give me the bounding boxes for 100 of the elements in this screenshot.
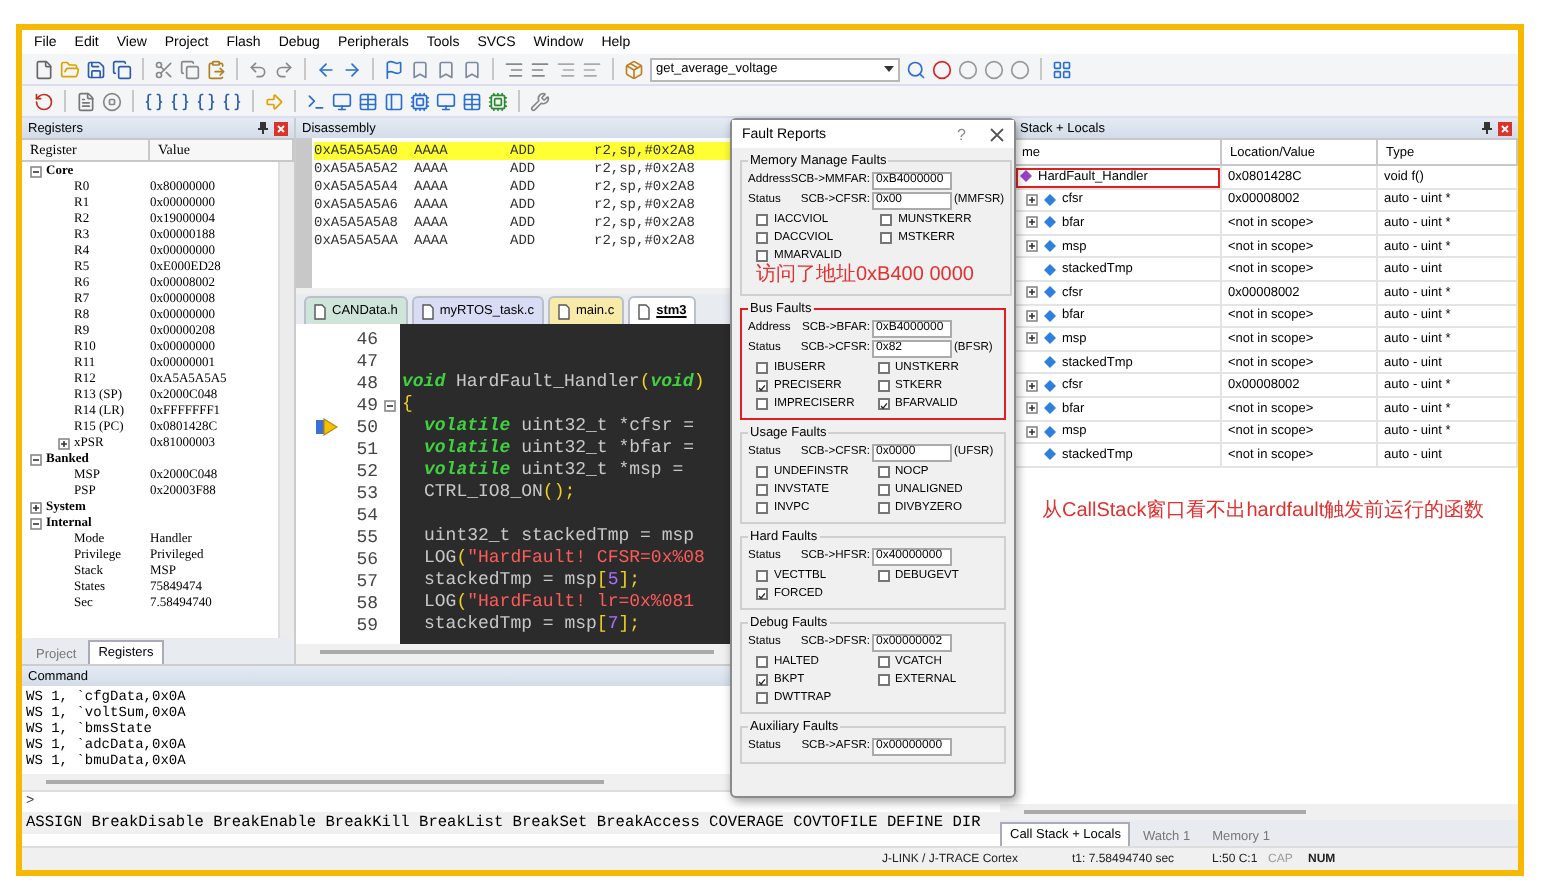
save-icon[interactable]: [86, 59, 106, 79]
wrench-icon[interactable]: [530, 91, 550, 111]
flag-icon[interactable]: [384, 59, 404, 79]
help-button[interactable]: ?: [957, 125, 966, 143]
checkbox[interactable]: [877, 501, 889, 513]
checkbox[interactable]: [880, 231, 893, 243]
code-line: volatile uint32_t *msp =: [422, 460, 684, 482]
code-line: void HardFault_Handler(void): [400, 372, 705, 394]
indent-icon[interactable]: [504, 59, 524, 79]
line-number: 47: [354, 351, 378, 371]
braces-icon[interactable]: [222, 91, 242, 111]
stop-icon[interactable]: [102, 91, 122, 111]
checkbox[interactable]: [877, 483, 889, 495]
document-icon[interactable]: [34, 59, 54, 79]
chip-icon[interactable]: [410, 91, 430, 111]
checkbox[interactable]: [756, 249, 768, 261]
checkbox[interactable]: [877, 673, 889, 685]
checkbox[interactable]: [756, 483, 768, 495]
code-line: LOG("HardFault! CFSR=0x%08: [422, 548, 705, 570]
expand-icon[interactable]: [58, 438, 70, 450]
checkbox[interactable]: [877, 465, 889, 477]
checkbox[interactable]: [877, 361, 889, 373]
line-number: 48: [354, 373, 378, 393]
checkbox[interactable]: [756, 673, 768, 685]
pin-icon[interactable]: [258, 122, 268, 134]
code-line: stackedTmp = msp[5];: [422, 570, 641, 592]
line-number: 52: [354, 461, 378, 481]
checkbox[interactable]: [756, 213, 768, 225]
file-icon: [421, 303, 434, 319]
monitor-icon[interactable]: [332, 91, 352, 111]
expand-icon[interactable]: [1026, 193, 1038, 206]
redo-icon[interactable]: [274, 59, 294, 79]
table-icon[interactable]: [358, 91, 378, 111]
checkbox[interactable]: [756, 587, 768, 599]
undo-icon[interactable]: [248, 59, 268, 79]
arrow-left-icon[interactable]: [316, 59, 336, 79]
package-icon[interactable]: [624, 59, 644, 79]
checkbox[interactable]: [756, 655, 768, 667]
checkbox[interactable]: [877, 397, 889, 409]
annotation-text: 从CallStack窗口看不出hardfault触发前运行的函数: [1042, 499, 1487, 524]
pin-icon[interactable]: [1482, 122, 1492, 134]
checkbox[interactable]: [880, 213, 893, 225]
checkbox[interactable]: [877, 379, 889, 391]
checkbox[interactable]: [756, 501, 768, 513]
line-number: 56: [354, 549, 378, 569]
collapse-icon[interactable]: [30, 518, 42, 530]
expand-icon[interactable]: [1026, 332, 1038, 345]
expand-icon[interactable]: [1026, 402, 1038, 415]
checkbox[interactable]: [877, 655, 889, 667]
line-number: 46: [354, 329, 378, 349]
expand-icon[interactable]: [1026, 379, 1038, 392]
arrow-right-icon[interactable]: [342, 59, 362, 79]
expand-icon[interactable]: [1026, 286, 1038, 299]
circle-icon[interactable]: [984, 59, 1004, 79]
copy-icon[interactable]: [112, 59, 132, 79]
scissors-icon[interactable]: [154, 59, 174, 79]
checkbox[interactable]: [756, 569, 768, 581]
circle-icon[interactable]: [958, 59, 978, 79]
circle-icon[interactable]: [932, 59, 952, 79]
braces-icon[interactable]: [196, 91, 216, 111]
circle-icon[interactable]: [1010, 59, 1030, 79]
terminal-icon[interactable]: [306, 91, 326, 111]
line-number: 49: [354, 395, 378, 415]
checkbox[interactable]: [756, 379, 768, 391]
checkbox[interactable]: [756, 465, 768, 477]
paste-icon[interactable]: [206, 59, 226, 79]
collapse-icon[interactable]: [30, 454, 42, 466]
checkbox[interactable]: [756, 397, 768, 409]
monitor-icon[interactable]: [436, 91, 456, 111]
table-icon[interactable]: [462, 91, 482, 111]
caret-icon[interactable]: [884, 65, 894, 73]
braces-icon[interactable]: [170, 91, 190, 111]
checkbox[interactable]: [756, 691, 768, 703]
search-icon[interactable]: [906, 59, 926, 79]
document-icon[interactable]: [76, 91, 96, 111]
reset-icon[interactable]: [34, 91, 54, 111]
expand-icon[interactable]: [1026, 309, 1038, 322]
expand-icon[interactable]: [1026, 216, 1038, 229]
expand-icon[interactable]: [30, 502, 42, 514]
outdent-icon[interactable]: [530, 59, 550, 79]
chip-icon[interactable]: [488, 91, 508, 111]
scrollbar[interactable]: [278, 162, 294, 638]
braces-icon[interactable]: [144, 91, 164, 111]
code-line: {: [400, 394, 413, 416]
file-icon: [314, 303, 326, 319]
line-number: 57: [354, 571, 378, 591]
window-icon[interactable]: [1052, 59, 1072, 79]
close-icon[interactable]: [990, 127, 1004, 141]
checkbox[interactable]: [877, 569, 889, 581]
checkbox[interactable]: [756, 231, 768, 243]
checkbox[interactable]: [756, 361, 768, 373]
file-icon: [638, 303, 651, 319]
collapse-icon[interactable]: [30, 166, 42, 178]
collapse-icon[interactable]: [383, 399, 395, 411]
expand-icon[interactable]: [1026, 425, 1038, 438]
panel-icon[interactable]: [384, 91, 404, 111]
copy-icon[interactable]: [180, 59, 200, 79]
code-line: stackedTmp = msp[7];: [422, 614, 641, 636]
function-icon: [1020, 170, 1032, 183]
expand-icon[interactable]: [1026, 240, 1038, 253]
